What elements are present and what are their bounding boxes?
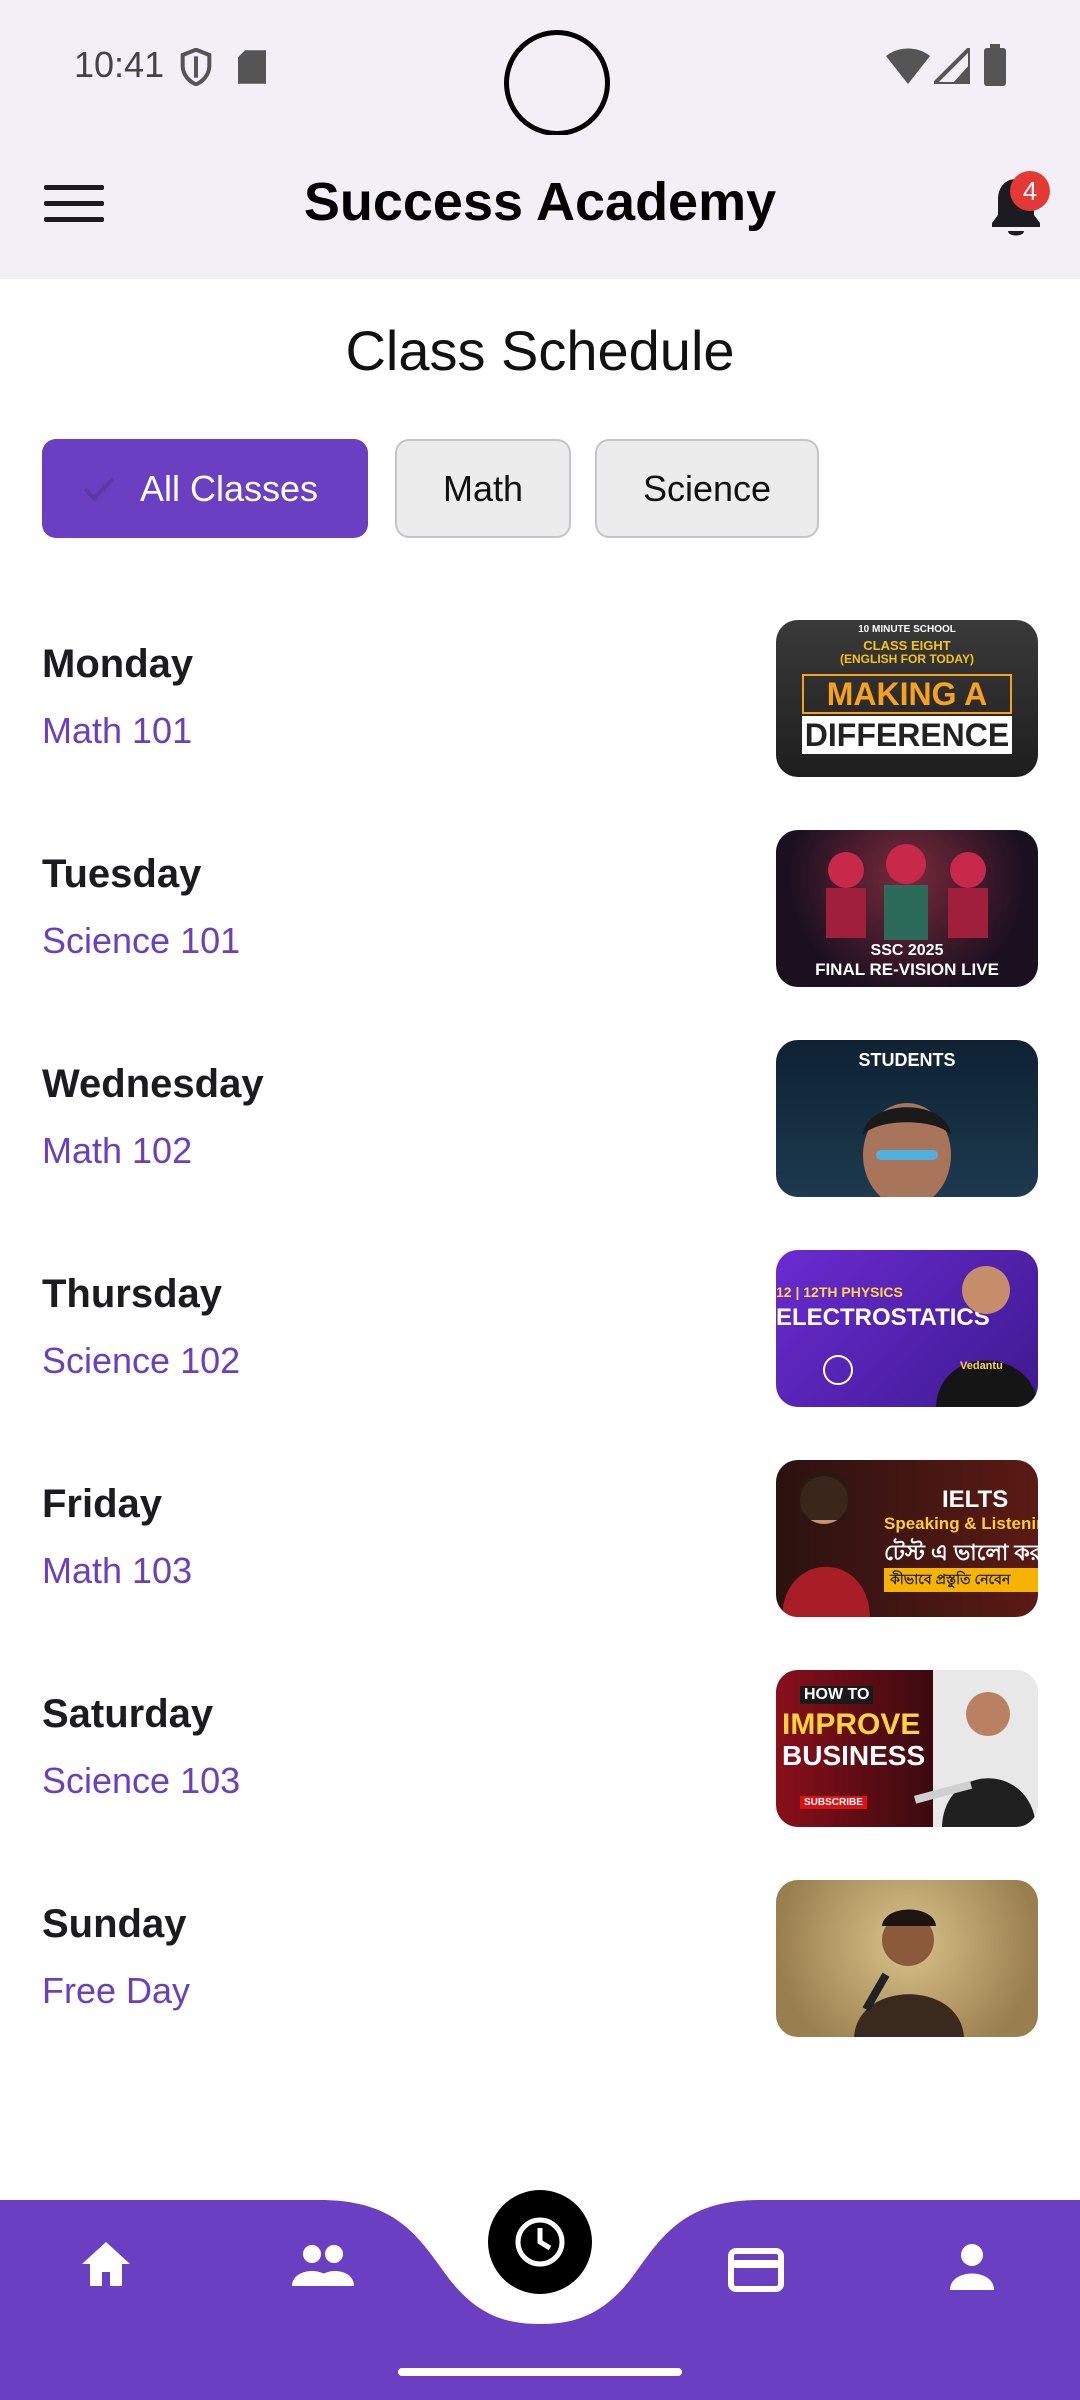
thumbnail-text: কীভাবে প্রস্তুতি নেবেন (884, 1568, 1038, 1592)
schedule-row-monday[interactable]: Monday Math 101 10 MINUTE SCHOOL CLASS E… (0, 620, 1080, 780)
status-time: 10:41 (74, 44, 165, 85)
schedule-row-thursday[interactable]: Thursday Science 102 12 | 12TH PHYSICS E… (0, 1250, 1080, 1410)
schedule-row-friday[interactable]: Friday Math 103 IELTS Speaking & Listeni… (0, 1460, 1080, 1620)
chip-science[interactable]: Science (595, 439, 819, 538)
cellular-signal-icon (934, 48, 970, 84)
shield-icon (180, 48, 212, 86)
day-label: Saturday (42, 1692, 214, 1736)
course-label: Math 103 (42, 1550, 193, 1591)
thumbnail-text: CLASS EIGHT (863, 638, 951, 653)
camera-cutout (504, 30, 610, 136)
thumbnail-text: IELTS (942, 1486, 1009, 1513)
class-thumbnail: HOW TO IMPROVE BUSINESS SUBSCRIBE (776, 1670, 1038, 1827)
speaker-image (854, 1909, 964, 2037)
app-bar: Success Academy 4 (0, 135, 1080, 279)
notification-badge: 4 (1010, 171, 1050, 211)
page-heading: Class Schedule (345, 319, 735, 382)
class-thumbnail: 10 MINUTE SCHOOL CLASS EIGHT (ENGLISH FO… (776, 620, 1038, 777)
course-label: Free Day (42, 1970, 191, 2011)
status-bar: 10:41 (0, 0, 1080, 136)
day-label: Thursday (42, 1272, 223, 1316)
check-icon (83, 477, 115, 501)
chip-label: Science (642, 467, 772, 509)
chip-label: Math (442, 467, 524, 509)
course-label: Math 101 (42, 710, 193, 751)
day-label: Monday (42, 642, 194, 686)
class-thumbnail: IELTS Speaking & Listening টেস্ট এ ভালো … (776, 1460, 1038, 1617)
thumbnail-text: Speaking & Listening (884, 1514, 1038, 1533)
course-label: Math 102 (42, 1130, 193, 1171)
chip-math[interactable]: Math (395, 439, 571, 538)
thumbnail-text: DIFFERENCE (802, 716, 1012, 754)
sd-card-icon (238, 50, 266, 84)
schedule-row-sunday[interactable]: Sunday Free Day (0, 1880, 1080, 2040)
profile-icon[interactable] (948, 2242, 996, 2290)
class-thumbnail: SSC 2025 FINAL RE-VISION LIVE (776, 830, 1038, 987)
course-label: Science 103 (42, 1760, 241, 1801)
home-icon[interactable] (80, 2240, 132, 2288)
course-label: Science 101 (42, 920, 241, 961)
payment-card-icon[interactable] (728, 2248, 784, 2292)
thumbnail-text: (ENGLISH FOR TODAY) (839, 652, 974, 666)
class-thumbnail: 12 | 12TH PHYSICS ELECTROSTATICS Vedantu (776, 1250, 1038, 1407)
clock-icon (515, 2217, 565, 2267)
wifi-icon (886, 48, 930, 84)
teacher-image (823, 1266, 1038, 1407)
app-title: Success Academy (303, 172, 777, 232)
gesture-home-indicator (398, 2368, 682, 2376)
thumbnail-text: Vedantu (960, 1360, 1003, 1372)
day-label: Wednesday (42, 1062, 264, 1106)
class-thumbnail (776, 1880, 1038, 2037)
chip-all-classes[interactable]: All Classes (42, 439, 368, 538)
thumbnail-text: MAKING A (802, 674, 1012, 714)
student-face-image (863, 1103, 951, 1197)
thumbnail-text: 10 MINUTE SCHOOL (858, 624, 956, 635)
schedule-clock-button[interactable] (488, 2190, 592, 2294)
course-label: Science 102 (42, 1340, 241, 1381)
thumbnail-text: FINAL RE-VISION LIVE (815, 960, 999, 979)
class-thumbnail: STUDENTS (776, 1040, 1038, 1197)
people-icon[interactable] (292, 2244, 354, 2286)
day-label: Tuesday (42, 852, 202, 896)
schedule-row-tuesday[interactable]: Tuesday Science 101 SSC 2025 FINAL RE-VI… (0, 830, 1080, 990)
day-label: Friday (42, 1482, 163, 1526)
presenter-image (913, 1692, 1036, 1827)
schedule-row-wednesday[interactable]: Wednesday Math 102 STUDENTS (0, 1040, 1080, 1200)
day-label: Sunday (42, 1902, 187, 1946)
battery-icon (984, 44, 1006, 86)
schedule-row-saturday[interactable]: Saturday Science 103 HOW TO IMPROVE BUSI… (0, 1670, 1080, 1830)
chip-label: All Classes (139, 467, 319, 509)
thumbnail-text: SSC 2025 (870, 942, 944, 959)
